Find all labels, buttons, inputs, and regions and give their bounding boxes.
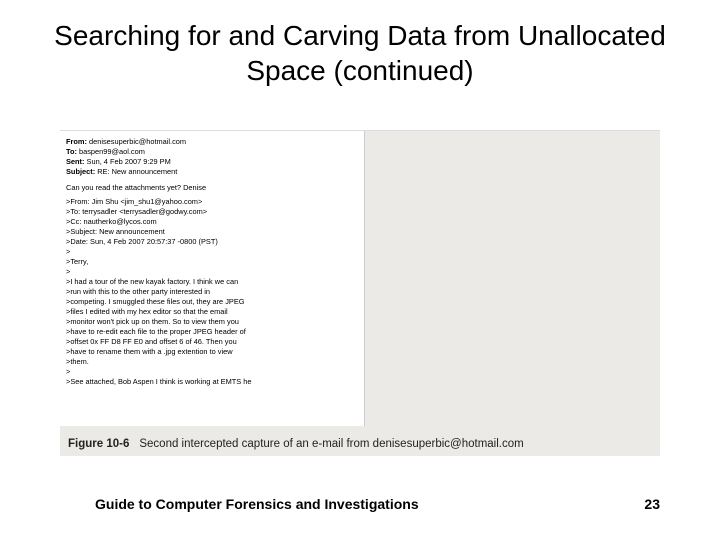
slide-title: Searching for and Carving Data from Unal… (0, 18, 720, 88)
quoted-line: >offset 0x FF D8 FF E0 and offset 6 of 4… (66, 337, 358, 347)
email-subject: Subject: RE: New announcement (66, 167, 358, 177)
quoted-line: > (66, 367, 358, 377)
slide: Searching for and Carving Data from Unal… (0, 0, 720, 540)
footer-text: Guide to Computer Forensics and Investig… (95, 496, 419, 512)
page-number: 23 (644, 496, 660, 512)
figure-number: Figure 10-6 (68, 438, 129, 450)
quoted-line: >competing. I smuggled these files out, … (66, 297, 358, 307)
quoted-line: >Date: Sun, 4 Feb 2007 20:57:37 -0800 (P… (66, 237, 358, 247)
quoted-line: >I had a tour of the new kayak factory. … (66, 277, 358, 287)
quoted-line: >See attached, Bob Aspen I think is work… (66, 377, 358, 387)
quoted-line: > (66, 267, 358, 277)
quoted-line: >Terry, (66, 257, 358, 267)
figure-area: From: denisesuperbic@hotmail.com To: bas… (60, 130, 660, 456)
quoted-line: > (66, 247, 358, 257)
email-capture: From: denisesuperbic@hotmail.com To: bas… (60, 131, 365, 426)
quoted-line: >run with this to the other party intere… (66, 287, 358, 297)
quoted-line: >Cc: nautherko@lycos.com (66, 217, 358, 227)
figure-caption-text: Second intercepted capture of an e-mail … (139, 438, 523, 450)
quoted-line: >Subject: New announcement (66, 227, 358, 237)
quoted-line: >monitor won't pick up on them. So to vi… (66, 317, 358, 327)
quoted-line: >them. (66, 357, 358, 367)
email-body: Can you read the attachments yet? Denise (66, 183, 358, 193)
email-sent: Sent: Sun, 4 Feb 2007 9:29 PM (66, 157, 358, 167)
quoted-line: >have to re-edit each file to the proper… (66, 327, 358, 337)
email-from: From: denisesuperbic@hotmail.com (66, 137, 358, 147)
quoted-line: >From: Jim Shu <jim_shu1@yahoo.com> (66, 197, 358, 207)
figure-caption: Figure 10-6 Second intercepted capture of… (68, 438, 652, 450)
email-to: To: baspen99@aol.com (66, 147, 358, 157)
email-quoted: >From: Jim Shu <jim_shu1@yahoo.com>>To: … (66, 197, 358, 387)
quoted-line: >have to rename them with a .jpg extenti… (66, 347, 358, 357)
quoted-line: >To: terrysadler <terrysadler@godwy.com> (66, 207, 358, 217)
quoted-line: >files I edited with my hex editor so th… (66, 307, 358, 317)
